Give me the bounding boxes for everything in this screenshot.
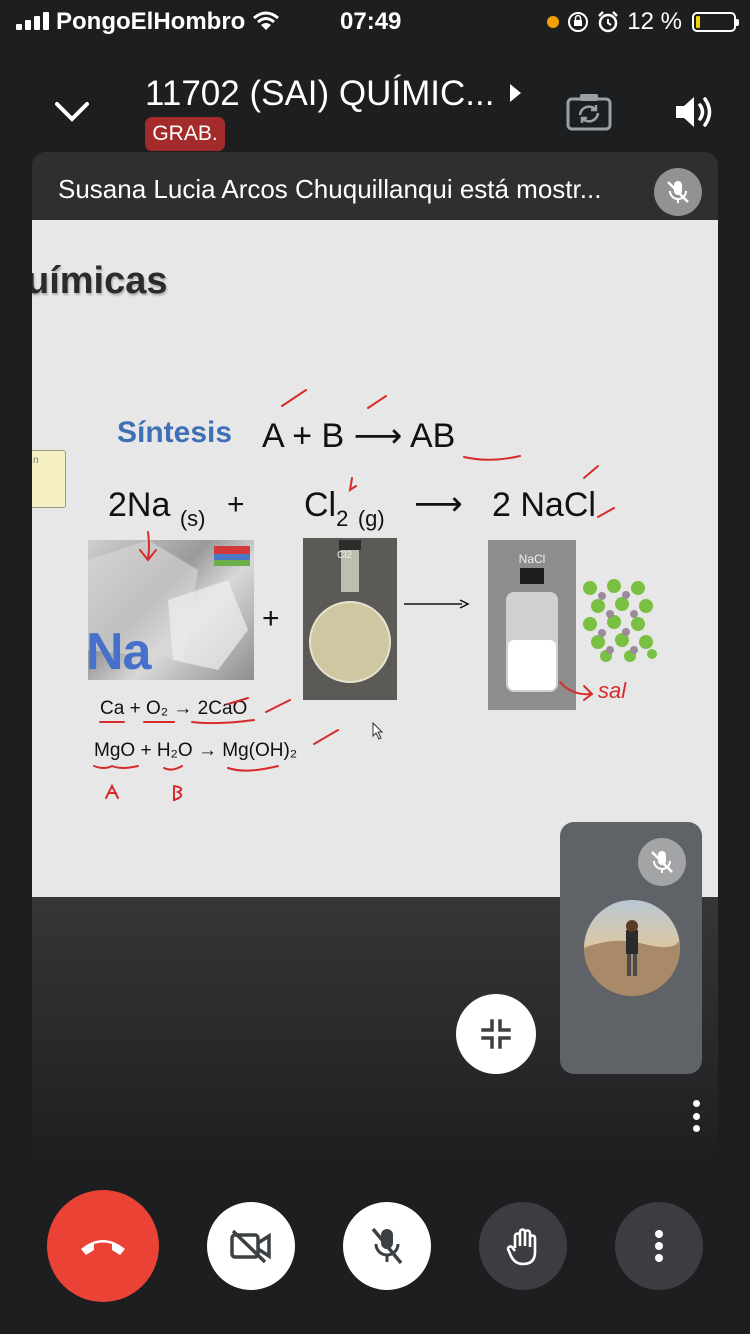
more-vert-icon [655, 1230, 663, 1262]
hand-icon [506, 1228, 537, 1266]
camera-switch-icon [566, 94, 612, 131]
self-mic-off-icon [638, 838, 686, 886]
chevron-down-icon [55, 102, 89, 122]
camera-toggle-button[interactable] [207, 1202, 295, 1290]
handwritten-annotations [93, 389, 615, 802]
annotation-sal: sal [598, 678, 627, 703]
status-right: 12 % [547, 8, 739, 36]
raise-hand-button[interactable] [479, 1202, 567, 1290]
tile-more-options-icon[interactable] [682, 1096, 710, 1136]
microphone-toggle-button[interactable] [343, 1202, 431, 1290]
self-view-tile[interactable] [560, 822, 702, 1074]
presenter-mic-off-icon [654, 168, 702, 216]
phone-hangup-icon [81, 1240, 125, 1255]
collapse-arrows-icon [481, 1019, 511, 1049]
recording-dot-icon [547, 16, 560, 28]
avatar [584, 900, 680, 996]
meeting-title[interactable]: 11702 (SAI) QUÍMIC... [145, 74, 494, 114]
orientation-lock-icon [568, 12, 589, 32]
status-bar: PongoElHombro 07:49 12 % [0, 0, 750, 44]
volume-icon [676, 97, 712, 127]
minimize-button[interactable] [456, 994, 536, 1074]
microphone-off-icon [371, 1227, 403, 1265]
clock: 07:49 [340, 8, 402, 35]
battery-fill [696, 16, 701, 28]
battery-icon [692, 12, 739, 32]
presenter-caption: Susana Lucia Arcos Chuquillanqui está mo… [58, 174, 602, 204]
signal-icon [16, 12, 49, 30]
battery-percent: 12 % [627, 8, 682, 35]
shared-slide: uímicas n Síntesis A + B ⟶ AB 2Na (s) + … [32, 220, 718, 897]
chevron-right-icon[interactable] [510, 84, 521, 102]
wifi-icon [253, 11, 279, 30]
recording-badge: GRAB. [145, 117, 225, 151]
presenter-caption-bar: Susana Lucia Arcos Chuquillanqui está mo… [32, 152, 718, 220]
camera-off-icon [230, 1229, 271, 1263]
more-options-button[interactable] [615, 1202, 703, 1290]
alarm-icon [598, 11, 619, 33]
switch-camera-button[interactable] [565, 91, 613, 133]
collapse-button[interactable] [50, 92, 94, 132]
carrier-name: PongoElHombro [56, 8, 246, 35]
hang-up-button[interactable] [47, 1190, 159, 1302]
speaker-button[interactable] [672, 92, 716, 132]
